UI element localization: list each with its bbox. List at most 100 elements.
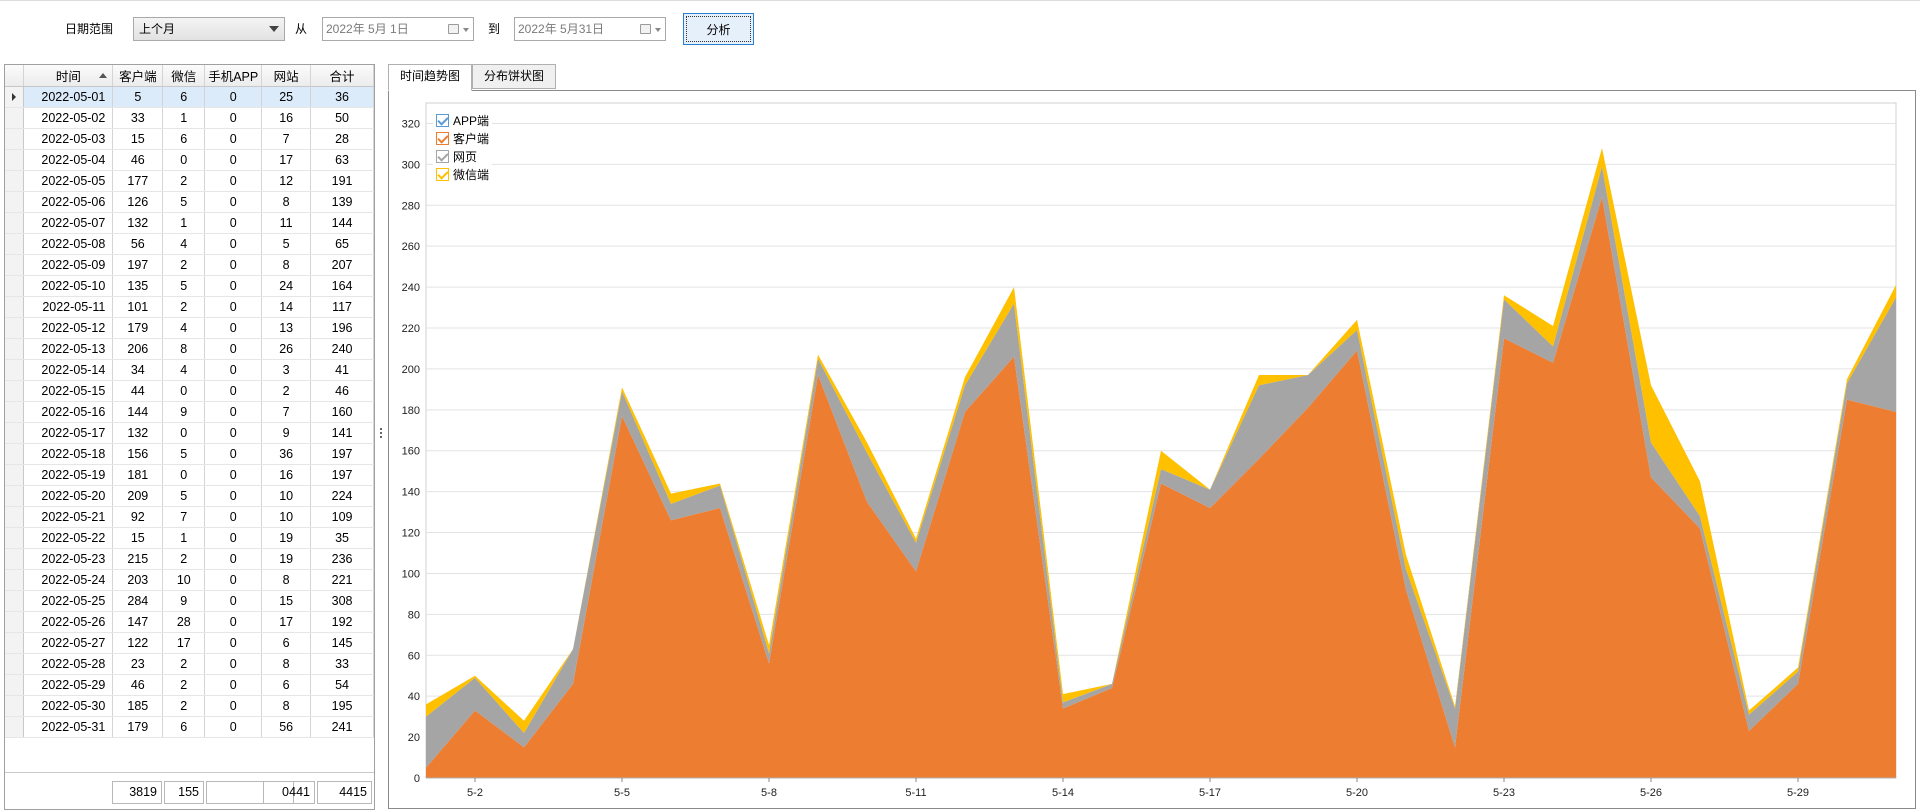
table-row[interactable]: 2022-05-08 56 4 0 5 65 <box>5 233 374 255</box>
cell-mobile-app[interactable]: 0 <box>204 233 263 255</box>
cell-date[interactable]: 2022-05-03 <box>23 128 114 150</box>
cell-website[interactable]: 26 <box>261 338 312 360</box>
cell-date[interactable]: 2022-05-01 <box>23 86 114 108</box>
cell-date[interactable]: 2022-05-23 <box>23 548 114 570</box>
cell-mobile-app[interactable]: 0 <box>204 506 263 528</box>
cell-total[interactable]: 109 <box>310 506 374 528</box>
cell-date[interactable]: 2022-05-02 <box>23 107 114 129</box>
row-indicator[interactable] <box>5 86 25 108</box>
checkbox-icon[interactable] <box>436 113 449 127</box>
table-row[interactable]: 2022-05-06 126 5 0 8 139 <box>5 191 374 213</box>
row-indicator[interactable] <box>5 296 25 318</box>
table-row[interactable]: 2022-05-20 209 5 0 10 224 <box>5 485 374 507</box>
cell-website[interactable]: 7 <box>261 401 312 423</box>
column-header-time[interactable]: 时间 <box>23 65 114 87</box>
checkbox-icon[interactable] <box>436 167 449 181</box>
cell-wechat[interactable]: 2 <box>162 296 206 318</box>
cell-wechat[interactable]: 17 <box>162 632 206 654</box>
table-row[interactable]: 2022-05-18 156 5 0 36 197 <box>5 443 374 465</box>
cell-client[interactable]: 56 <box>112 233 164 255</box>
cell-mobile-app[interactable]: 0 <box>204 191 263 213</box>
cell-total[interactable]: 145 <box>310 632 374 654</box>
table-row[interactable]: 2022-05-09 197 2 0 8 207 <box>5 254 374 276</box>
tab-time-trend[interactable]: 时间趋势图 <box>388 64 472 91</box>
cell-total[interactable]: 65 <box>310 233 374 255</box>
cell-date[interactable]: 2022-05-10 <box>23 275 114 297</box>
table-row[interactable]: 2022-05-19 181 0 0 16 197 <box>5 464 374 486</box>
cell-total[interactable]: 36 <box>310 86 374 108</box>
cell-client[interactable]: 206 <box>112 338 164 360</box>
cell-wechat[interactable]: 1 <box>162 107 206 129</box>
cell-date[interactable]: 2022-05-07 <box>23 212 114 234</box>
cell-date[interactable]: 2022-05-28 <box>23 653 114 675</box>
cell-date[interactable]: 2022-05-25 <box>23 590 114 612</box>
cell-client[interactable]: 179 <box>112 317 164 339</box>
cell-wechat[interactable]: 9 <box>162 590 206 612</box>
cell-website[interactable]: 6 <box>261 632 312 654</box>
table-row[interactable]: 2022-05-05 177 2 0 12 191 <box>5 170 374 192</box>
tab-distribution-pie[interactable]: 分布饼状图 <box>472 64 556 89</box>
splitter-handle[interactable] <box>380 428 383 442</box>
table-row[interactable]: 2022-05-03 15 6 0 7 28 <box>5 128 374 150</box>
cell-mobile-app[interactable]: 0 <box>204 212 263 234</box>
cell-client[interactable]: 209 <box>112 485 164 507</box>
cell-total[interactable]: 139 <box>310 191 374 213</box>
cell-client[interactable]: 34 <box>112 359 164 381</box>
cell-total[interactable]: 144 <box>310 212 374 234</box>
cell-total[interactable]: 33 <box>310 653 374 675</box>
cell-client[interactable]: 132 <box>112 212 164 234</box>
row-indicator[interactable] <box>5 611 25 633</box>
cell-date[interactable]: 2022-05-15 <box>23 380 114 402</box>
row-indicator[interactable] <box>5 380 25 402</box>
cell-total[interactable]: 224 <box>310 485 374 507</box>
legend-item[interactable]: 客户端 <box>436 129 489 147</box>
table-row[interactable]: 2022-05-26 147 28 0 17 192 <box>5 611 374 633</box>
cell-client[interactable]: 5 <box>112 86 164 108</box>
cell-website[interactable]: 17 <box>261 149 312 171</box>
cell-total[interactable]: 221 <box>310 569 374 591</box>
cell-date[interactable]: 2022-05-29 <box>23 674 114 696</box>
row-indicator[interactable] <box>5 422 25 444</box>
cell-website[interactable]: 8 <box>261 254 312 276</box>
cell-wechat[interactable]: 0 <box>162 464 206 486</box>
cell-client[interactable]: 185 <box>112 695 164 717</box>
cell-client[interactable]: 33 <box>112 107 164 129</box>
row-indicator[interactable] <box>5 548 25 570</box>
cell-wechat[interactable]: 0 <box>162 149 206 171</box>
cell-total[interactable]: 28 <box>310 128 374 150</box>
cell-mobile-app[interactable]: 0 <box>204 716 263 738</box>
cell-mobile-app[interactable]: 0 <box>204 86 263 108</box>
cell-client[interactable]: 181 <box>112 464 164 486</box>
cell-client[interactable]: 144 <box>112 401 164 423</box>
cell-wechat[interactable]: 2 <box>162 170 206 192</box>
row-indicator[interactable] <box>5 149 25 171</box>
table-row[interactable]: 2022-05-13 206 8 0 26 240 <box>5 338 374 360</box>
cell-mobile-app[interactable]: 0 <box>204 149 263 171</box>
cell-date[interactable]: 2022-05-11 <box>23 296 114 318</box>
cell-website[interactable]: 10 <box>261 506 312 528</box>
cell-date[interactable]: 2022-05-31 <box>23 716 114 738</box>
cell-mobile-app[interactable]: 0 <box>204 569 263 591</box>
row-indicator[interactable] <box>5 485 25 507</box>
cell-client[interactable]: 284 <box>112 590 164 612</box>
cell-client[interactable]: 15 <box>112 527 164 549</box>
row-indicator[interactable] <box>5 401 25 423</box>
row-indicator[interactable] <box>5 275 25 297</box>
cell-wechat[interactable]: 1 <box>162 212 206 234</box>
cell-website[interactable]: 17 <box>261 611 312 633</box>
table-row[interactable]: 2022-05-30 185 2 0 8 195 <box>5 695 374 717</box>
table-row[interactable]: 2022-05-15 44 0 0 2 46 <box>5 380 374 402</box>
cell-mobile-app[interactable]: 0 <box>204 548 263 570</box>
cell-mobile-app[interactable]: 0 <box>204 338 263 360</box>
cell-client[interactable]: 215 <box>112 548 164 570</box>
cell-wechat[interactable]: 7 <box>162 506 206 528</box>
cell-wechat[interactable]: 8 <box>162 338 206 360</box>
cell-website[interactable]: 8 <box>261 653 312 675</box>
column-header-mobile-app[interactable]: 手机APP <box>204 65 263 87</box>
cell-wechat[interactable]: 6 <box>162 128 206 150</box>
data-grid[interactable]: 时间 客户端 微信 手机APP 网站 合计 2022-05-01 5 6 0 25 36 2… <box>4 64 375 810</box>
cell-website[interactable]: 8 <box>261 191 312 213</box>
cell-mobile-app[interactable]: 0 <box>204 380 263 402</box>
cell-mobile-app[interactable]: 0 <box>204 422 263 444</box>
dropdown-arrow-icon[interactable] <box>655 28 661 32</box>
